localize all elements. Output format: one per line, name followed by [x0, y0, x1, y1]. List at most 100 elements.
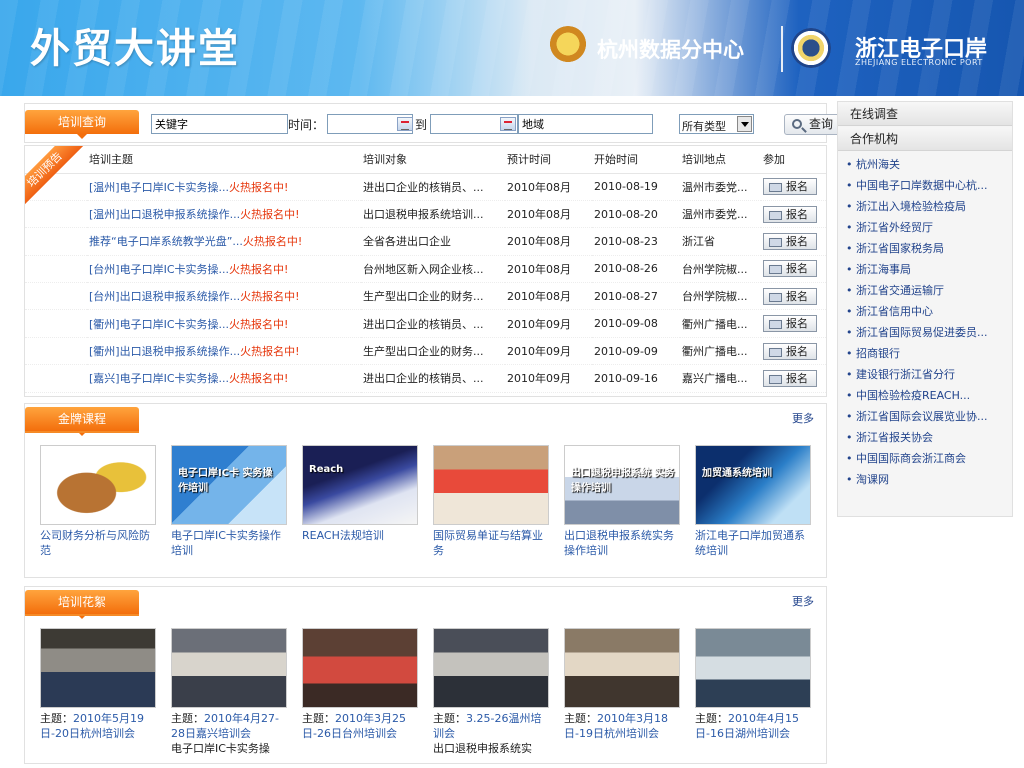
type-select[interactable]: 所有类型 — [679, 114, 754, 134]
training-topic-link[interactable]: [温州]出口退税申报系统操作... — [89, 208, 240, 221]
partner-link[interactable]: 浙江省外经贸厅 — [846, 217, 1010, 238]
training-topic-link[interactable]: [台州]出口退税申报系统操作... — [89, 290, 240, 303]
partner-link[interactable]: 浙江出入境检验检疫局 — [846, 196, 1010, 217]
course-thumbnail[interactable]: 电子口岸IC卡 实务操作培训 — [171, 445, 287, 525]
gallery-photo[interactable] — [695, 628, 811, 708]
register-button[interactable]: 报名 — [763, 315, 817, 333]
gallery-caption[interactable]: 主题：3.25-26温州培训会 出口退税申报系统实 — [433, 711, 551, 757]
course-title-link[interactable]: REACH法规培训 — [302, 528, 420, 543]
survey-heading[interactable]: 在线调查 — [838, 102, 1012, 126]
partner-link[interactable]: 中国检验检疫REACH... — [846, 385, 1010, 406]
partner-link[interactable]: 招商银行 — [846, 343, 1010, 364]
courses-more-link[interactable]: 更多 — [792, 410, 814, 426]
logo-zhejiang-subtitle: ZHEJIANG ELECTRONIC PORT — [855, 58, 983, 67]
training-topic-link[interactable]: [衢州]出口退税申报系统操作... — [89, 345, 240, 358]
training-topic-cell[interactable]: 推荐“电子口岸系统教学光盘”...火热报名中! — [87, 227, 361, 256]
course-title-link[interactable]: 电子口岸IC卡实务操作培训 — [171, 528, 289, 558]
location-cell: 台州学院椒... — [680, 255, 761, 284]
planned-time-cell: 2010年09月 — [505, 337, 592, 366]
register-button[interactable]: 报名 — [763, 232, 817, 250]
location-input[interactable] — [518, 114, 653, 134]
join-cell: 报名 — [761, 227, 826, 256]
training-topic-link[interactable]: [温州]电子口岸IC卡实务操... — [89, 181, 229, 194]
register-button[interactable]: 报名 — [763, 342, 817, 360]
gallery-photo[interactable] — [564, 628, 680, 708]
partner-link[interactable]: 浙江省信用中心 — [846, 301, 1010, 322]
to-label: 到 — [415, 118, 428, 132]
partner-link[interactable]: 浙江海事局 — [846, 259, 1010, 280]
training-target-cell: 进出口企业的核销员、... — [361, 309, 505, 338]
hot-signup-badge: 火热报名中! — [229, 317, 289, 331]
training-topic-cell[interactable]: [衢州]出口退税申报系统操作...火热报名中! — [87, 337, 361, 366]
table-row: [台州]电子口岸IC卡实务操...火热报名中! 台州地区新入网企业核... 2010… — [25, 255, 826, 284]
partner-link[interactable]: 浙江省交通运输厅 — [846, 280, 1010, 301]
start-date-cell: 2010-08-23 — [592, 227, 680, 256]
partner-link[interactable]: 建设银行浙江省分行 — [846, 364, 1010, 385]
training-target-cell: 出口退税申报系统培训... — [361, 200, 505, 229]
join-cell: 报名 — [761, 364, 826, 393]
course-thumbnail[interactable]: Reach — [302, 445, 418, 525]
search-panel: 培训查询 时间： 到 所有类型 查询 — [24, 103, 846, 143]
course-title-link[interactable]: 公司财务分析与风险防范 — [40, 528, 158, 558]
register-button[interactable]: 报名 — [763, 369, 817, 387]
courses-panel: 金牌课程 更多 公司财务分析与风险防范 电子口岸IC卡 实务操作培训 电子口岸IC卡… — [24, 403, 827, 578]
course-title-link[interactable]: 国际贸易单证与结算业务 — [433, 528, 551, 558]
gallery-caption[interactable]: 主题：2010年5月19日-20日杭州培训会 — [40, 711, 158, 757]
gallery-caption[interactable]: 主题：2010年3月18日-19日杭州培训会 — [564, 711, 682, 757]
gallery-photo[interactable] — [302, 628, 418, 708]
training-topic-cell[interactable]: [嘉兴]电子口岸IC卡实务操...火热报名中! — [87, 364, 361, 393]
gallery-caption[interactable]: 主题：2010年3月25日-26日台州培训会 — [302, 711, 420, 757]
training-topic-link[interactable]: 推荐“电子口岸系统教学光盘”... — [89, 235, 243, 248]
partner-link[interactable]: 杭州海关 — [846, 154, 1010, 175]
table-row: [衢州]出口退税申报系统操作...火热报名中! 生产型出口企业的财务... 2010… — [25, 337, 826, 366]
calendar-icon[interactable] — [500, 117, 516, 131]
course-title-link[interactable]: 出口退税申报系统实务操作培训 — [564, 528, 682, 558]
start-date-cell: 2010-09-16 — [592, 364, 680, 393]
partner-link[interactable]: 浙江省报关协会 — [846, 427, 1010, 448]
course-thumbnail[interactable]: 加贸通系统培训 — [695, 445, 811, 525]
training-topic-cell[interactable]: [台州]出口退税申报系统操作...火热报名中! — [87, 282, 361, 311]
start-date-cell: 2010-08-20 — [592, 200, 680, 229]
course-thumbnail[interactable]: 出口退税申报系统 实务操作培训 — [564, 445, 680, 525]
gallery-photo[interactable] — [171, 628, 287, 708]
calendar-icon[interactable] — [397, 117, 413, 131]
gallery-photo[interactable] — [40, 628, 156, 708]
query-button-label: 查询 — [809, 117, 834, 131]
partner-link[interactable]: 中国电子口岸数据中心杭... — [846, 175, 1010, 196]
course-thumbnail[interactable] — [40, 445, 156, 525]
partner-link[interactable]: 中国国际商会浙江商会 — [846, 448, 1010, 469]
partner-link[interactable]: 浙江省国际贸易促进委员... — [846, 322, 1010, 343]
planned-time-cell: 2010年09月 — [505, 309, 592, 338]
training-topic-cell[interactable]: [温州]出口退税申报系统操作...火热报名中! — [87, 200, 361, 229]
location-cell: 浙江省 — [680, 227, 761, 256]
partner-link[interactable]: 浙江省国际会议展览业协... — [846, 406, 1010, 427]
training-topic-cell[interactable]: [温州]电子口岸IC卡实务操...火热报名中! — [87, 173, 361, 201]
register-button[interactable]: 报名 — [763, 260, 817, 278]
join-cell: 报名 — [761, 337, 826, 366]
training-topic-link[interactable]: [台州]电子口岸IC卡实务操... — [89, 263, 229, 276]
partner-link[interactable]: 淘课网 — [846, 469, 1010, 490]
training-target-cell: 进出口企业的核销员、... — [361, 173, 505, 201]
gallery-photo[interactable] — [433, 628, 549, 708]
keyword-input[interactable] — [151, 114, 288, 134]
training-topic-link[interactable]: [嘉兴]电子口岸IC卡实务操... — [89, 372, 229, 385]
partner-link[interactable]: 浙江省国家税务局 — [846, 238, 1010, 259]
training-topic-cell[interactable]: [台州]电子口岸IC卡实务操...火热报名中! — [87, 255, 361, 284]
training-target-cell: 生产型出口企业的财务... — [361, 282, 505, 311]
training-topic-link[interactable]: [衢州]电子口岸IC卡实务操... — [89, 318, 229, 331]
register-button[interactable]: 报名 — [763, 205, 817, 223]
register-button[interactable]: 报名 — [763, 178, 817, 196]
chevron-down-icon[interactable] — [737, 116, 752, 132]
course-title-link[interactable]: 浙江电子口岸加贸通系统培训 — [695, 528, 813, 558]
header-banner: 外贸大讲堂 杭州数据分中心 浙江电子口岸 ZHEJIANG ELECTRONIC… — [0, 0, 1024, 96]
training-table: 培训主题 培训对象 预计时间 开始时间 培训地点 参加 [温州]电子口岸IC卡实… — [25, 146, 826, 393]
gallery-caption[interactable]: 主题：2010年4月27-28日嘉兴培训会 电子口岸IC卡实务操 — [171, 711, 289, 757]
gallery-more-link[interactable]: 更多 — [792, 593, 814, 609]
course-thumbnail[interactable] — [433, 445, 549, 525]
training-topic-cell[interactable]: [衢州]电子口岸IC卡实务操...火热报名中! — [87, 309, 361, 338]
training-target-cell: 进出口企业的核销员、... — [361, 364, 505, 393]
search-icon — [792, 119, 802, 129]
gallery-caption[interactable]: 主题：2010年4月15日-16日湖州培训会 — [695, 711, 813, 757]
training-target-cell: 生产型出口企业的财务... — [361, 337, 505, 366]
register-button[interactable]: 报名 — [763, 287, 817, 305]
